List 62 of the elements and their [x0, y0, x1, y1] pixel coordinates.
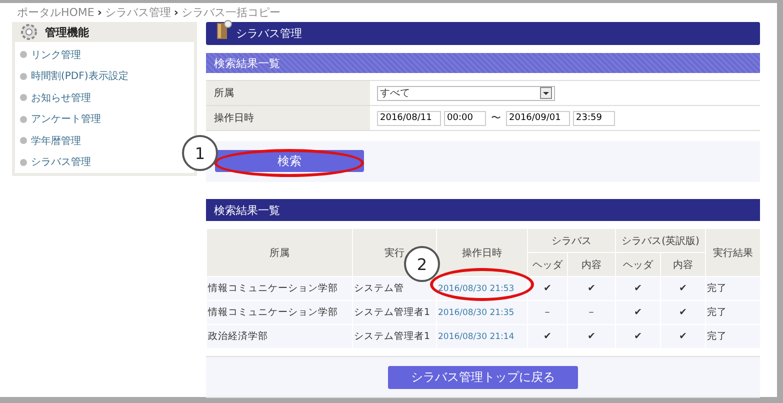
bullet-icon [20, 51, 27, 58]
table-cell: － [528, 300, 568, 324]
gear-icon [19, 22, 39, 42]
table-cell: システム管 [352, 276, 436, 300]
table-cell: 情報コミュニケーション学部 [206, 276, 352, 300]
table-cell: 情報コミュニケーション学部 [206, 300, 352, 324]
sidebar-title: 管理機能 [45, 24, 89, 40]
table-cell: ✔ [660, 300, 706, 324]
time-input[interactable]: 23:59 [573, 110, 615, 126]
bullet-icon [20, 72, 27, 80]
time-input[interactable]: 00:00 [444, 110, 486, 126]
table-cell: システム管理者1 [352, 300, 436, 324]
column-header: シラバス(英訳版) [616, 228, 706, 252]
back-button[interactable]: シラバス管理トップに戻る [388, 366, 578, 388]
section-title: 検索結果一覧 [214, 202, 280, 218]
bullet-icon [20, 158, 27, 166]
table-cell: ✔ [568, 276, 616, 300]
book-icon [216, 20, 232, 40]
breadcrumb-link[interactable]: シラバス管理 [104, 5, 171, 20]
table-cell: 政治経済学部 [206, 324, 352, 348]
table-cell: ✔ [528, 324, 568, 348]
bullet-icon [20, 94, 27, 102]
range-separator: 〜 [491, 112, 501, 125]
breadcrumb-separator: › [97, 6, 102, 19]
sidebar-link[interactable]: 時間割(PDF)表示設定 [31, 69, 128, 84]
column-header: 内容 [568, 252, 616, 276]
section-title: 検索結果一覧 [214, 56, 280, 70]
table-cell: ✔ [660, 276, 706, 300]
table-cell: － [568, 300, 616, 324]
date-input[interactable]: 2016/08/11 [377, 110, 441, 126]
table-cell: ✔ [568, 324, 616, 348]
table-cell: ✔ [616, 276, 660, 300]
field-label: 操作日時 [206, 106, 370, 130]
sidebar-link[interactable]: シラバス管理 [31, 155, 91, 170]
column-header: 実行結果 [706, 228, 760, 276]
column-header: 操作日時 [436, 228, 528, 276]
table-cell: 完了 [706, 300, 760, 324]
column-header: シラバス [528, 228, 616, 252]
table-cell: システム管理者1 [352, 324, 436, 348]
affiliation-dropdown[interactable]: すべて [377, 86, 555, 100]
bullet-icon [20, 116, 27, 123]
table-cell: ✔ [616, 300, 660, 324]
column-header: ヘッダ [528, 252, 568, 276]
breadcrumb-link[interactable]: シラバス一括コピー [181, 5, 280, 20]
table-cell: ✔ [616, 324, 660, 348]
sidebar-link[interactable]: アンケート管理 [31, 112, 101, 126]
column-header: ヘッダ [616, 252, 660, 276]
table-cell: 完了 [706, 324, 760, 348]
breadcrumb-link[interactable]: ポータルHOME [17, 5, 94, 20]
sidebar-link[interactable]: 学年暦管理 [31, 134, 81, 148]
table-cell: ✔ [528, 276, 568, 300]
sidebar-link[interactable]: リンク管理 [31, 48, 81, 62]
date-input[interactable]: 2016/09/01 [506, 110, 570, 126]
table-cell: ✔ [660, 324, 706, 348]
column-header: 内容 [660, 252, 706, 276]
column-header: 所属 [206, 228, 352, 276]
bullet-icon [20, 137, 27, 144]
breadcrumb-separator: › [174, 6, 178, 19]
page-title: シラバス管理 [236, 26, 302, 41]
field-label: 所属 [206, 81, 370, 105]
sidebar-link[interactable]: お知らせ管理 [31, 90, 91, 105]
table-cell: 完了 [706, 276, 760, 300]
